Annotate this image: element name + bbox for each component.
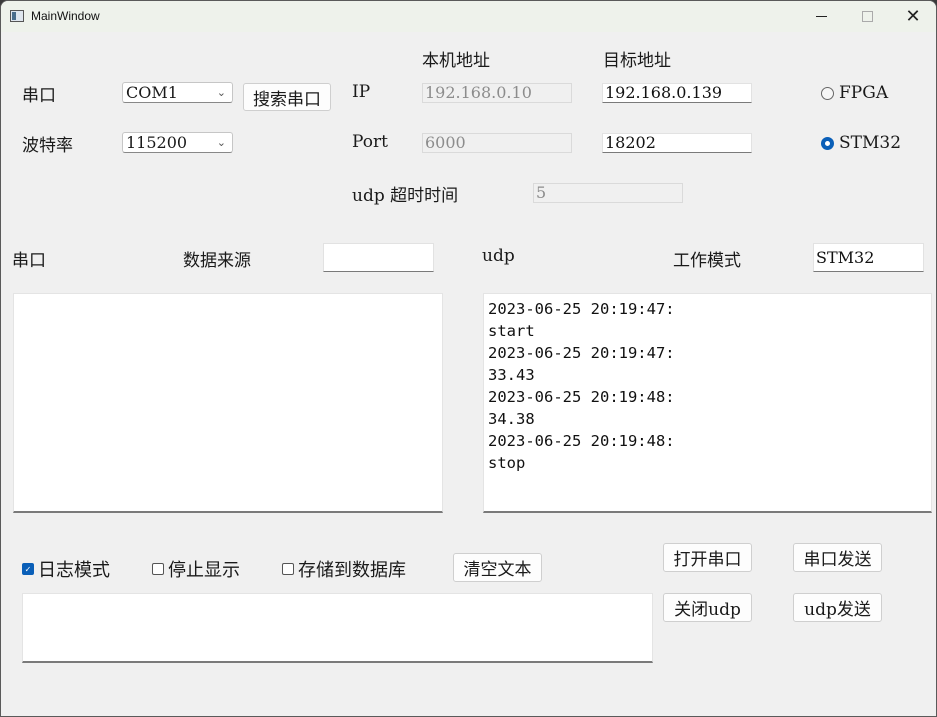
clear-text-label: 清空文本 [463,560,532,580]
open-serial-button[interactable]: 打开串口 [663,543,752,572]
clear-text-button[interactable]: 清空文本 [453,553,542,582]
udp-log-content: 2023-06-25 20:19:47: start 2023-06-25 20:1… [484,294,931,478]
local-address-header: 本机地址 [422,51,490,71]
main-window: MainWindow ✕ 串口 COM1 ⌄ 搜索串口 波特率 115200 ⌄… [0,0,937,717]
target-ip-field[interactable]: 192.168.0.139 [602,83,752,103]
log-mode-label: 日志模式 [38,560,110,581]
serial-panel-title: 串口 [12,251,46,271]
search-serial-button[interactable]: 搜索串口 [243,83,331,111]
target-address-header: 目标地址 [603,51,671,71]
checkbox-unchecked-icon [152,563,164,575]
serial-send-label: 串口发送 [803,550,872,570]
ip-label: IP [352,82,371,102]
window-title: MainWindow [31,9,100,23]
close-udp-button[interactable]: 关闭udp [663,593,752,622]
save-db-label: 存储到数据库 [298,560,406,581]
radio-fpga[interactable]: FPGA [821,83,888,103]
radio-fpga-label: FPGA [839,83,889,103]
data-source-field[interactable] [323,243,434,272]
open-serial-label: 打开串口 [673,550,742,570]
chevron-down-icon: ⌄ [216,136,226,149]
radio-stm32-label: STM32 [839,133,902,153]
data-source-label: 数据来源 [183,251,251,271]
work-mode-label: 工作模式 [673,251,741,271]
radio-stm32[interactable]: STM32 [821,133,901,153]
baud-rate-label: 波特率 [22,136,73,156]
target-port-field[interactable]: 18202 [602,133,752,153]
udp-timeout-field: 5 [533,183,683,203]
log-line: 33.43 [488,366,535,384]
stop-display-label: 停止显示 [168,560,240,581]
udp-timeout-label: udp 超时时间 [352,186,459,206]
log-line: 34.38 [488,410,535,428]
stop-display-checkbox[interactable]: 停止显示 [152,556,240,582]
log-line: 2023-06-25 20:19:47: [488,344,675,362]
send-input-textbox[interactable] [22,593,653,663]
local-port-field: 6000 [422,133,572,153]
radio-unchecked-icon [821,86,834,100]
serial-port-label: 串口 [22,86,56,106]
log-line: 2023-06-25 20:19:48: [488,432,675,450]
log-line: stop [488,454,526,472]
log-line: 2023-06-25 20:19:47: [488,300,675,318]
search-serial-label: 搜索串口 [253,89,321,110]
log-line: start [488,322,535,340]
udp-receive-textbox[interactable]: 2023-06-25 20:19:47: start 2023-06-25 20:1… [483,293,932,513]
minimize-button[interactable] [798,1,844,32]
close-icon: ✕ [905,6,921,26]
port-label: Port [352,132,388,152]
close-udp-label: 关闭udp [674,600,741,620]
log-mode-checkbox[interactable]: ✓ 日志模式 [22,556,110,582]
udp-send-label: udp发送 [804,600,871,620]
serial-port-combo[interactable]: COM1 ⌄ [122,82,233,103]
baud-rate-combo[interactable]: 115200 ⌄ [122,132,233,153]
title-bar: MainWindow ✕ [1,1,936,32]
local-ip-field: 192.168.0.10 [422,83,572,103]
udp-panel-title: udp [482,246,515,266]
send-input-content [23,594,652,602]
checkbox-unchecked-icon [282,563,294,575]
close-button[interactable]: ✕ [890,1,936,32]
chevron-down-icon: ⌄ [216,86,226,99]
maximize-button[interactable] [844,1,890,32]
udp-send-button[interactable]: udp发送 [793,593,882,622]
checkbox-checked-icon: ✓ [22,563,34,575]
log-line: 2023-06-25 20:19:48: [488,388,675,406]
serial-receive-content [14,294,442,302]
serial-receive-textbox[interactable] [13,293,443,513]
serial-port-value: COM1 [126,83,178,102]
save-db-checkbox[interactable]: 存储到数据库 [282,556,406,582]
serial-send-button[interactable]: 串口发送 [793,543,882,572]
app-icon [10,10,24,22]
radio-checked-icon [821,136,834,150]
work-mode-field[interactable]: STM32 [813,243,924,272]
baud-rate-value: 115200 [126,133,188,152]
